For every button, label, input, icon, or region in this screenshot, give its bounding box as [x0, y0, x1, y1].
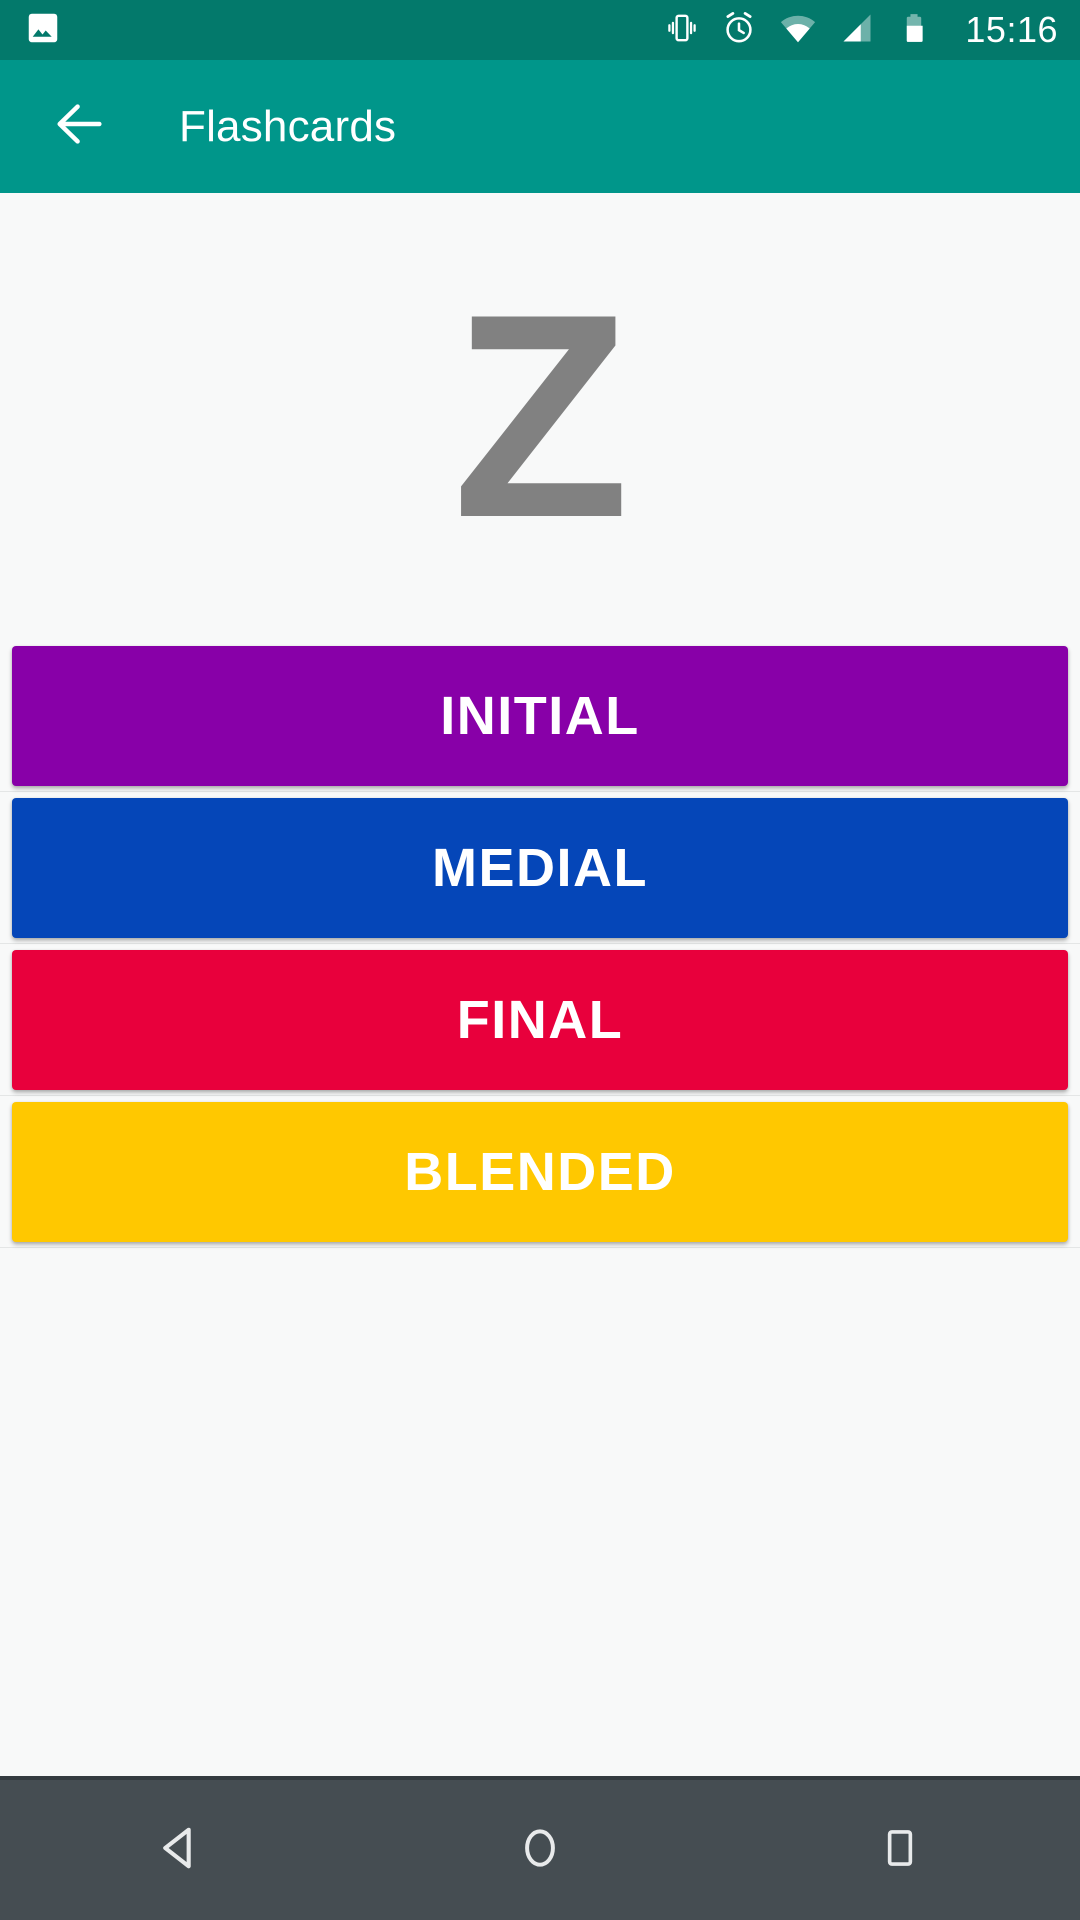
- flashcard-options-list: INITIAL MEDIAL FINAL BLENDED: [0, 640, 1080, 1248]
- circle-home-icon: [515, 1823, 565, 1878]
- status-bar-notifications: [24, 9, 62, 52]
- flashcard-letter-area: Z: [0, 193, 1080, 640]
- blended-button[interactable]: BLENDED: [12, 1101, 1068, 1242]
- nav-recents-button[interactable]: [810, 1778, 990, 1920]
- final-button[interactable]: FINAL: [12, 949, 1068, 1090]
- page-title: Flashcards: [179, 101, 397, 151]
- initial-button[interactable]: INITIAL: [12, 645, 1068, 786]
- option-row-medial: MEDIAL: [0, 792, 1080, 944]
- option-row-blended: BLENDED: [0, 1096, 1080, 1248]
- status-bar-system-icons: 15:16: [665, 9, 1058, 52]
- triangle-back-icon: [154, 1822, 206, 1879]
- final-button-label: FINAL: [456, 989, 624, 1050]
- medial-button-label: MEDIAL: [432, 837, 648, 898]
- wifi-icon: [779, 9, 817, 52]
- battery-icon: [897, 11, 931, 50]
- status-bar: 15:16: [0, 0, 1080, 60]
- flashcard-letter: Z: [452, 253, 629, 578]
- arrow-left-icon: [51, 95, 109, 158]
- content-area: Z INITIAL MEDIAL FINAL BLENDED: [0, 193, 1080, 1776]
- vibrate-icon: [665, 11, 699, 50]
- option-row-final: FINAL: [0, 944, 1080, 1096]
- medial-button[interactable]: MEDIAL: [12, 797, 1068, 938]
- alarm-icon: [721, 10, 757, 51]
- gallery-notification-icon: [24, 9, 62, 52]
- phone-screen: 15:16 Flashcards Z INITIAL MEDIAL FINAL …: [0, 0, 1080, 1920]
- cell-signal-icon: [839, 10, 875, 51]
- option-row-initial: INITIAL: [0, 640, 1080, 792]
- nav-home-button[interactable]: [450, 1778, 630, 1920]
- app-toolbar: Flashcards: [0, 60, 1080, 193]
- system-navigation-bar: [0, 1776, 1080, 1920]
- square-recents-icon: [877, 1825, 923, 1876]
- initial-button-label: INITIAL: [440, 685, 640, 746]
- status-bar-clock: 15:16: [965, 9, 1058, 50]
- back-button[interactable]: [24, 71, 136, 183]
- nav-back-button[interactable]: [90, 1778, 270, 1920]
- blended-button-label: BLENDED: [404, 1141, 676, 1202]
